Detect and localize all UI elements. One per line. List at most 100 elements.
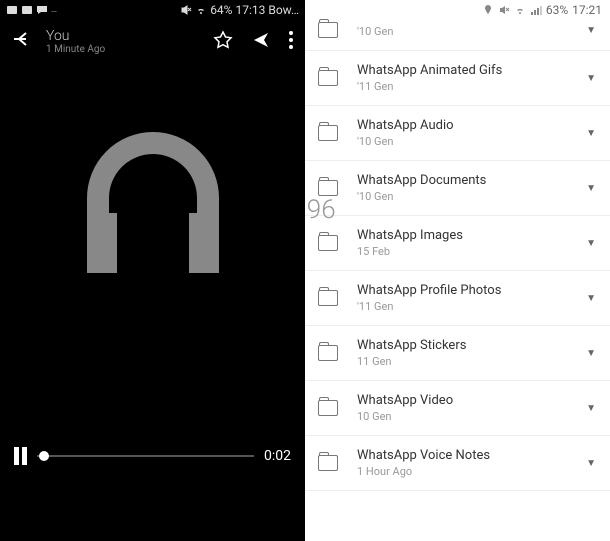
folder-info: '10 Gen bbox=[357, 23, 570, 38]
headphones-icon bbox=[68, 118, 238, 288]
progress-thumb[interactable] bbox=[39, 451, 49, 461]
folder-item[interactable]: WhatsApp Images 15 Feb ▼ bbox=[305, 216, 610, 271]
more-notifications-icon: … bbox=[51, 5, 57, 15]
folder-icon bbox=[318, 125, 338, 141]
player-title-block: You 1 Minute Ago bbox=[46, 28, 199, 55]
folder-icon-wrap bbox=[315, 22, 341, 38]
status-time-left: 17:13 bbox=[235, 3, 265, 17]
chevron-down-icon[interactable]: ▼ bbox=[586, 128, 596, 139]
folder-icon-wrap bbox=[315, 345, 341, 361]
folder-icon bbox=[318, 345, 338, 361]
folder-icon bbox=[318, 235, 338, 251]
signal-icon bbox=[530, 4, 542, 16]
folder-item[interactable]: WhatsApp Video 10 Gen ▼ bbox=[305, 381, 610, 436]
status-bar-left: … 64% 17:13 Bow… bbox=[0, 0, 305, 20]
folder-icon bbox=[318, 290, 338, 306]
status-right-left: 64% 17:13 Bow… bbox=[180, 3, 299, 17]
pause-button[interactable] bbox=[14, 447, 27, 465]
folder-info: WhatsApp Stickers 11 Gen bbox=[357, 338, 570, 368]
folder-info: WhatsApp Video 10 Gen bbox=[357, 393, 570, 423]
folder-date: '10 Gen bbox=[357, 25, 570, 38]
folder-info: WhatsApp Audio '10 Gen bbox=[357, 118, 570, 148]
battery-percent-left: 64% bbox=[210, 3, 232, 17]
wifi-icon bbox=[514, 4, 526, 16]
chevron-down-icon[interactable]: ▼ bbox=[586, 25, 596, 36]
folder-date: 1 Hour Ago bbox=[357, 465, 570, 478]
status-title-suffix: Bow… bbox=[268, 3, 299, 17]
folder-item[interactable]: WhatsApp Documents '10 Gen ▼ bbox=[305, 161, 610, 216]
folder-date: '11 Gen bbox=[357, 300, 570, 313]
watermark-text: lo 196 bbox=[305, 195, 336, 225]
folder-name: WhatsApp Animated Gifs bbox=[357, 63, 570, 78]
folder-item[interactable]: WhatsApp Profile Photos '11 Gen ▼ bbox=[305, 271, 610, 326]
folder-item[interactable]: WhatsApp Voice Notes 1 Hour Ago ▼ bbox=[305, 436, 610, 491]
file-browser-panel: 63% 17:21 lo 196 '10 Gen ▼ WhatsApp Anim… bbox=[305, 0, 610, 541]
folder-date: 11 Gen bbox=[357, 355, 570, 368]
folder-name: WhatsApp Images bbox=[357, 228, 570, 243]
more-menu-icon[interactable] bbox=[289, 31, 293, 53]
folder-info: WhatsApp Voice Notes 1 Hour Ago bbox=[357, 448, 570, 478]
folder-item[interactable]: WhatsApp Stickers 11 Gen ▼ bbox=[305, 326, 610, 381]
folder-icon bbox=[318, 180, 338, 196]
wifi-icon bbox=[195, 4, 207, 16]
chevron-down-icon[interactable]: ▼ bbox=[586, 73, 596, 84]
folder-icon bbox=[318, 400, 338, 416]
player-title: You bbox=[46, 28, 199, 44]
chat-icon bbox=[36, 4, 48, 16]
folder-name: WhatsApp Audio bbox=[357, 118, 570, 133]
folder-icon-wrap bbox=[315, 125, 341, 141]
folder-name: WhatsApp Documents bbox=[357, 173, 570, 188]
back-arrow-icon[interactable] bbox=[12, 29, 32, 54]
header-actions bbox=[213, 30, 293, 54]
player-header: You 1 Minute Ago bbox=[0, 20, 305, 63]
player-controls: 0:02 bbox=[0, 446, 305, 466]
mute-icon bbox=[498, 4, 510, 16]
location-icon bbox=[482, 4, 494, 16]
folder-date: '11 Gen bbox=[357, 80, 570, 93]
mute-icon bbox=[180, 4, 192, 16]
status-time-right: 17:21 bbox=[572, 3, 602, 17]
headphones-artwork bbox=[0, 63, 305, 343]
share-icon[interactable] bbox=[251, 30, 271, 54]
folder-list: '10 Gen ▼ WhatsApp Animated Gifs '11 Gen… bbox=[305, 20, 610, 491]
audio-player-panel: … 64% 17:13 Bow… You 1 Minute Ago bbox=[0, 0, 305, 541]
folder-date: 10 Gen bbox=[357, 410, 570, 423]
folder-item[interactable]: WhatsApp Animated Gifs '11 Gen ▼ bbox=[305, 51, 610, 106]
folder-name: WhatsApp Video bbox=[357, 393, 570, 408]
image-icon bbox=[21, 4, 33, 16]
battery-percent-right: 63% bbox=[546, 3, 568, 17]
status-notification-icons: … bbox=[6, 4, 57, 16]
time-display: 0:02 bbox=[264, 448, 291, 464]
chevron-down-icon[interactable]: ▼ bbox=[586, 293, 596, 304]
folder-icon-wrap bbox=[315, 455, 341, 471]
folder-icon-wrap bbox=[315, 235, 341, 251]
folder-info: WhatsApp Profile Photos '11 Gen bbox=[357, 283, 570, 313]
chevron-down-icon[interactable]: ▼ bbox=[586, 183, 596, 194]
status-bar-right: 63% 17:21 bbox=[305, 0, 610, 20]
folder-info: WhatsApp Images 15 Feb bbox=[357, 228, 570, 258]
chevron-down-icon[interactable]: ▼ bbox=[586, 238, 596, 249]
folder-name: WhatsApp Voice Notes bbox=[357, 448, 570, 463]
folder-icon bbox=[318, 70, 338, 86]
chevron-down-icon[interactable]: ▼ bbox=[586, 403, 596, 414]
video-icon bbox=[6, 4, 18, 16]
player-subtitle: 1 Minute Ago bbox=[46, 44, 199, 55]
folder-icon-wrap bbox=[315, 290, 341, 306]
folder-info: WhatsApp Animated Gifs '11 Gen bbox=[357, 63, 570, 93]
folder-item[interactable]: '10 Gen ▼ bbox=[305, 20, 610, 51]
folder-icon-wrap bbox=[315, 70, 341, 86]
folder-date: '10 Gen bbox=[357, 190, 570, 203]
folder-icon-wrap bbox=[315, 180, 341, 196]
chevron-down-icon[interactable]: ▼ bbox=[586, 458, 596, 469]
folder-item[interactable]: WhatsApp Audio '10 Gen ▼ bbox=[305, 106, 610, 161]
folder-name: WhatsApp Stickers bbox=[357, 338, 570, 353]
chevron-down-icon[interactable]: ▼ bbox=[586, 348, 596, 359]
folder-name: WhatsApp Profile Photos bbox=[357, 283, 570, 298]
folder-date: '10 Gen bbox=[357, 135, 570, 148]
folder-icon-wrap bbox=[315, 400, 341, 416]
folder-icon bbox=[318, 455, 338, 471]
star-icon[interactable] bbox=[213, 30, 233, 54]
progress-slider[interactable] bbox=[37, 446, 254, 466]
folder-info: WhatsApp Documents '10 Gen bbox=[357, 173, 570, 203]
folder-date: 15 Feb bbox=[357, 245, 570, 258]
